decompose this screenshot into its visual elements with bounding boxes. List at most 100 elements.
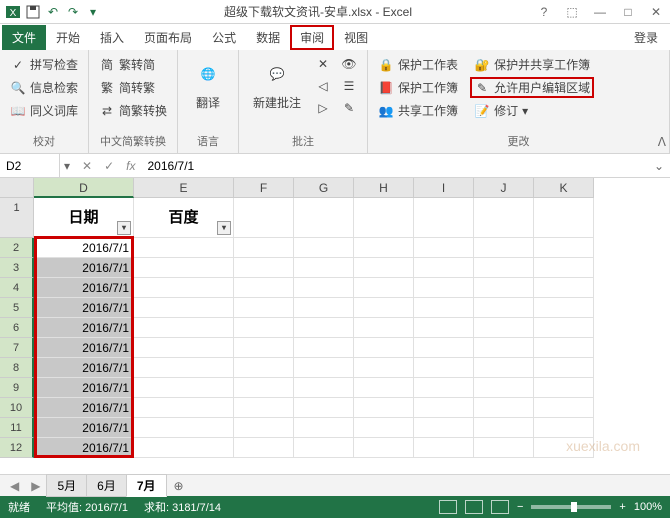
cell-F11[interactable]	[234, 418, 294, 438]
close-icon[interactable]: ✕	[646, 5, 666, 19]
cell-J9[interactable]	[474, 378, 534, 398]
sheet-tab-june[interactable]: 6月	[86, 474, 127, 497]
row-header-11[interactable]: 11	[0, 418, 34, 438]
cell-J4[interactable]	[474, 278, 534, 298]
cell-D11[interactable]: 2016/7/1	[34, 418, 134, 438]
col-header-D[interactable]: D	[34, 178, 134, 198]
cell-F1[interactable]	[234, 198, 294, 238]
cell-J2[interactable]	[474, 238, 534, 258]
cell-I6[interactable]	[414, 318, 474, 338]
col-header-E[interactable]: E	[134, 178, 234, 198]
cell-H4[interactable]	[354, 278, 414, 298]
cell-G10[interactable]	[294, 398, 354, 418]
cell-G5[interactable]	[294, 298, 354, 318]
name-box[interactable]: D2	[0, 154, 60, 177]
cell-K5[interactable]	[534, 298, 594, 318]
delete-comment-button[interactable]: ✕	[311, 54, 335, 74]
protect-sheet-button[interactable]: 🔒保护工作表	[374, 54, 462, 75]
cell-I7[interactable]	[414, 338, 474, 358]
cell-G11[interactable]	[294, 418, 354, 438]
cell-J6[interactable]	[474, 318, 534, 338]
prev-comment-button[interactable]: ◁	[311, 76, 335, 96]
cell-H3[interactable]	[354, 258, 414, 278]
cell-K2[interactable]	[534, 238, 594, 258]
cell-I9[interactable]	[414, 378, 474, 398]
cell-F9[interactable]	[234, 378, 294, 398]
tab-home[interactable]: 开始	[46, 25, 90, 50]
cell-D10[interactable]: 2016/7/1	[34, 398, 134, 418]
cell-E10[interactable]	[134, 398, 234, 418]
tab-review[interactable]: 审阅	[290, 25, 334, 50]
cell-I2[interactable]	[414, 238, 474, 258]
filter-dropdown-D[interactable]: ▾	[117, 221, 131, 235]
cell-E2[interactable]	[134, 238, 234, 258]
tab-pagelayout[interactable]: 页面布局	[134, 25, 202, 50]
show-all-button[interactable]: ☰	[337, 76, 361, 96]
cell-I3[interactable]	[414, 258, 474, 278]
cell-K6[interactable]	[534, 318, 594, 338]
cell-K10[interactable]	[534, 398, 594, 418]
tab-file[interactable]: 文件	[2, 25, 46, 50]
cell-H11[interactable]	[354, 418, 414, 438]
cell-I1[interactable]	[414, 198, 474, 238]
sheet-nav-prev-icon[interactable]: ◀	[4, 479, 25, 493]
collapse-ribbon-icon[interactable]: ᐱ	[658, 135, 666, 149]
cell-D5[interactable]: 2016/7/1	[34, 298, 134, 318]
cell-D4[interactable]: 2016/7/1	[34, 278, 134, 298]
cell-I8[interactable]	[414, 358, 474, 378]
show-ink-button[interactable]: ✎	[337, 98, 361, 118]
cell-J12[interactable]	[474, 438, 534, 458]
cell-E8[interactable]	[134, 358, 234, 378]
save-icon[interactable]	[24, 3, 42, 21]
allow-edit-ranges-button[interactable]: ✎允许用户编辑区域	[470, 77, 594, 98]
row-header-3[interactable]: 3	[0, 258, 34, 278]
cell-D6[interactable]: 2016/7/1	[34, 318, 134, 338]
row-header-2[interactable]: 2	[0, 238, 34, 258]
cell-G8[interactable]	[294, 358, 354, 378]
cell-E12[interactable]	[134, 438, 234, 458]
cell-J11[interactable]	[474, 418, 534, 438]
undo-icon[interactable]: ↶	[44, 3, 62, 21]
simp-trad-conv-button[interactable]: ⇄简繁转换	[95, 100, 171, 121]
formula-bar[interactable]	[144, 159, 644, 173]
cell-G4[interactable]	[294, 278, 354, 298]
cell-G6[interactable]	[294, 318, 354, 338]
cell-E9[interactable]	[134, 378, 234, 398]
cell-F6[interactable]	[234, 318, 294, 338]
row-header-8[interactable]: 8	[0, 358, 34, 378]
cell-K4[interactable]	[534, 278, 594, 298]
login-link[interactable]: 登录	[624, 25, 668, 50]
select-all-corner[interactable]	[0, 178, 34, 198]
cell-H12[interactable]	[354, 438, 414, 458]
namebox-dropdown-icon[interactable]: ▾	[60, 159, 74, 173]
cell-D3[interactable]: 2016/7/1	[34, 258, 134, 278]
cell-D12[interactable]: 2016/7/1	[34, 438, 134, 458]
row-header-1[interactable]: 1	[0, 198, 34, 238]
cell-I11[interactable]	[414, 418, 474, 438]
zoom-level[interactable]: 100%	[634, 501, 662, 513]
cell-G2[interactable]	[294, 238, 354, 258]
qat-dropdown-icon[interactable]: ▾	[84, 3, 102, 21]
cell-K9[interactable]	[534, 378, 594, 398]
cell-F3[interactable]	[234, 258, 294, 278]
cell-E6[interactable]	[134, 318, 234, 338]
cell-K11[interactable]	[534, 418, 594, 438]
redo-icon[interactable]: ↷	[64, 3, 82, 21]
cancel-formula-icon[interactable]: ✕	[78, 159, 96, 173]
cell-I4[interactable]	[414, 278, 474, 298]
cell-F8[interactable]	[234, 358, 294, 378]
translate-button[interactable]: 🌐翻译	[184, 54, 232, 115]
col-header-F[interactable]: F	[234, 178, 294, 198]
share-workbook-button[interactable]: 👥共享工作簿	[374, 100, 462, 121]
research-button[interactable]: 🔍信息检索	[6, 77, 82, 98]
cell-F7[interactable]	[234, 338, 294, 358]
track-changes-button[interactable]: 📝修订 ▾	[470, 100, 594, 121]
row-header-10[interactable]: 10	[0, 398, 34, 418]
trad2simp-button[interactable]: 简繁转简	[95, 54, 171, 75]
cell-K3[interactable]	[534, 258, 594, 278]
cell-E3[interactable]	[134, 258, 234, 278]
expand-formula-icon[interactable]: ⌄	[648, 159, 670, 173]
cell-G9[interactable]	[294, 378, 354, 398]
normal-view-icon[interactable]	[439, 500, 457, 514]
row-header-9[interactable]: 9	[0, 378, 34, 398]
